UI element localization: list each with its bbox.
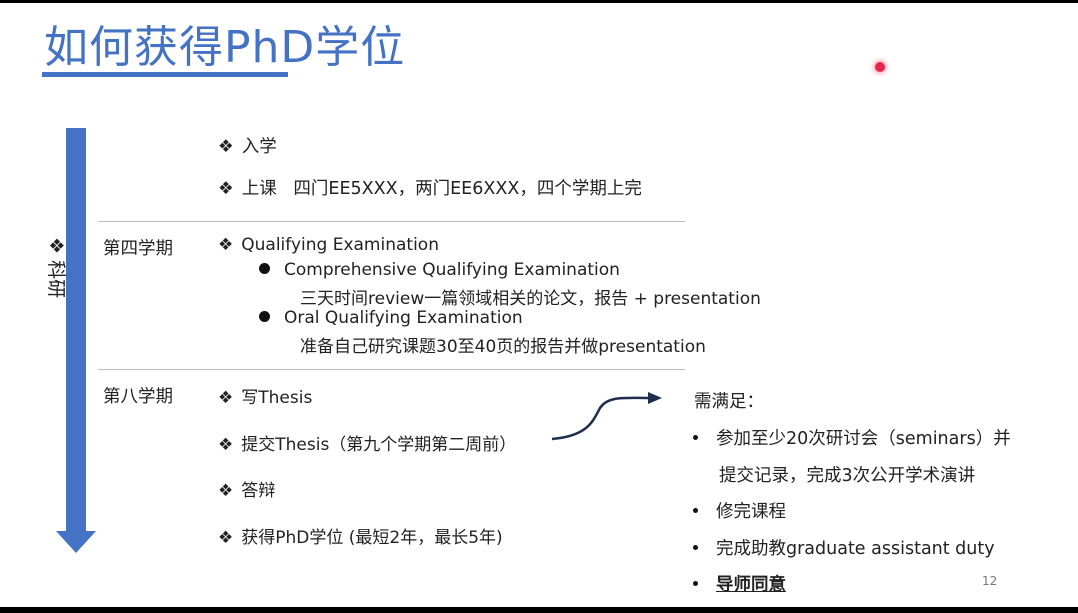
write-thesis-text: 写Thesis [241,388,313,408]
degree-text: 获得PhD学位 (最短2年，最长5年) [241,528,503,548]
list-item: 导师同意 [693,571,786,596]
list-item: ❖ 提交Thesis（第九个学期第二周前） [218,430,516,455]
dot-bullet-icon [693,544,698,550]
timeline-arrow-shaft [66,128,86,533]
courses-text: 上课 四门EE5XXX，两门EE6XXX，四个学期上完 [241,179,642,199]
requirement-seminars-cont: 提交记录，完成3次公开学术演讲 [719,466,976,486]
title-underline [42,72,288,77]
defense-text: 答辩 [241,481,276,501]
list-item: Oral Qualifying Examination [259,308,523,328]
divider-bottom [98,369,685,370]
slide-title: 如何获得PhD学位 [44,22,406,73]
list-item: ❖ 入学 [218,133,277,158]
diamond-bullet-icon: ❖ [218,179,234,199]
requirement-advisor-approval: 导师同意 [716,575,786,595]
dot-bullet-icon [693,507,698,513]
list-item: ❖ 答辩 [218,476,275,501]
curved-arrow-icon [551,392,662,441]
oral-exam-text: Oral Qualifying Examination [284,308,523,328]
list-item: ❖ Qualifying Examination [218,235,439,255]
dot-bullet-icon [693,580,698,586]
comprehensive-exam-text: Comprehensive Qualifying Examination [284,260,620,280]
diamond-bullet-icon: ❖ [218,235,234,255]
slide: 如何获得PhD学位 ❖ 科研 ❖ 入学 ❖ 上课 四门EE5XXX，两门EE6XXX… [0,3,1078,607]
diamond-bullet-icon: ❖ [218,137,234,157]
semester-label-4: 第四学期 [103,239,173,259]
diamond-bullet-icon: ❖ [218,388,234,408]
enroll-text: 入学 [241,137,277,157]
semester-label-8: 第八学期 [103,387,173,407]
submit-thesis-text: 提交Thesis（第九个学期第二周前） [241,435,517,455]
requirement-courses: 修完课程 [716,502,786,522]
dot-bullet-icon [259,310,270,322]
list-item: Comprehensive Qualifying Examination [259,260,620,280]
list-item: ❖ 上课 四门EE5XXX，两门EE6XXX，四个学期上完 [218,175,642,200]
requirements-heading: 需满足： [694,392,764,412]
dot-bullet-icon [259,262,270,274]
list-item: ❖ 写Thesis [218,383,312,408]
diamond-bullet-icon: ❖ [218,528,234,548]
list-item: 参加至少20次研讨会（seminars）并 [693,425,1011,450]
laser-pointer-icon [875,62,885,72]
timeline-label: ❖ 科研 [45,237,67,299]
qualifying-exam-text: Qualifying Examination [241,235,439,255]
diamond-bullet-icon: ❖ [218,481,234,501]
page-number: 12 [982,574,998,588]
list-item: 修完课程 [693,498,786,523]
comprehensive-exam-detail: 三天时间review一篇领域相关的论文，报告 + presentation [300,289,761,309]
timeline-arrow-head-icon [56,531,96,553]
dot-bullet-icon [693,434,698,440]
divider-top [98,221,685,222]
list-item: 完成助教graduate assistant duty [693,535,995,560]
requirement-seminars: 参加至少20次研讨会（seminars）并 [716,429,1011,449]
requirement-ta-duty: 完成助教graduate assistant duty [716,539,995,559]
diamond-bullet-icon: ❖ [218,435,234,455]
list-item: ❖ 获得PhD学位 (最短2年，最长5年) [218,523,503,548]
oral-exam-detail: 准备自己研究课题30至40页的报告并做presentation [300,337,706,357]
